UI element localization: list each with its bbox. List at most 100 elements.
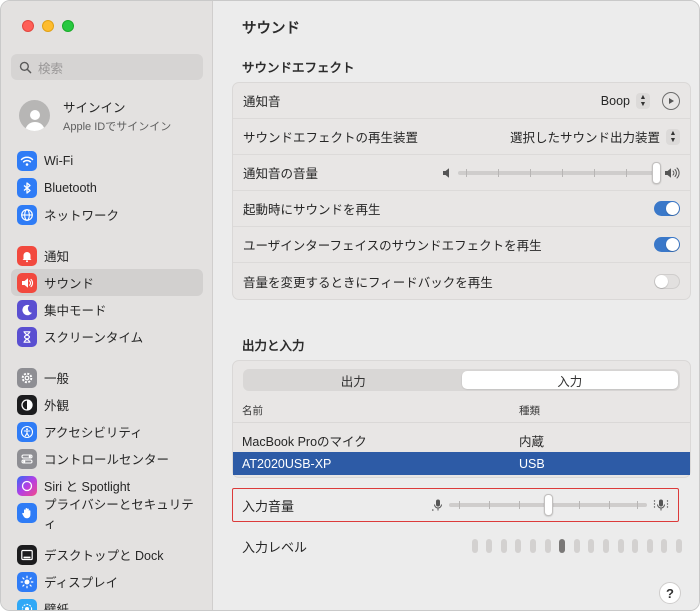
- level-meter-bar: [676, 539, 682, 553]
- effects-device-label: サウンドエフェクトの再生装置: [243, 131, 419, 145]
- level-meter-bar: [530, 539, 537, 553]
- alert-sound-row: 通知音 Boop ▲ ▼: [233, 83, 690, 119]
- sidebar-item-label: アクセシビリティ: [44, 426, 143, 440]
- sidebar-item-notifications[interactable]: 通知: [11, 242, 203, 269]
- sidebar-item-control-center[interactable]: コントロールセンター: [11, 445, 203, 472]
- sidebar-item-appearance[interactable]: 外観: [11, 391, 203, 418]
- account-name: サインイン: [63, 101, 126, 115]
- sidebar-item-desktop-dock[interactable]: デスクトップと Dock: [11, 541, 203, 568]
- close-button[interactable]: [22, 20, 34, 32]
- sidebar-item-label: コントロールセンター: [44, 453, 170, 467]
- startup-sound-row: 起動時にサウンドを再生: [233, 191, 690, 227]
- person-icon: [24, 110, 45, 131]
- sidebar-group-display: デスクトップと Dock ディスプレイ 壁紙: [11, 541, 203, 611]
- volume-feedback-row: 音量を変更するときにフィードバックを再生: [233, 263, 690, 299]
- level-meter-bar: [646, 539, 653, 553]
- level-meter-bar: [471, 539, 478, 553]
- window-controls: [22, 20, 74, 32]
- sidebar-item-accessibility[interactable]: アクセシビリティ: [11, 418, 203, 445]
- level-meter-bar: [588, 539, 595, 553]
- sidebar-item-label: デスクトップと Dock: [44, 549, 164, 563]
- up-down-chevron-icon: ▲ ▼: [636, 92, 650, 109]
- tab-input[interactable]: 入力: [461, 371, 678, 389]
- sidebar-item-label: Bluetooth: [44, 180, 97, 195]
- sidebar-item-label: 壁紙: [44, 603, 70, 611]
- minimize-button[interactable]: [42, 20, 54, 32]
- mic-low-icon: [432, 499, 442, 511]
- sound-effects-panel: 通知音 Boop ▲ ▼ サウンドエフェクトの再生装置 選択したサウンド出力装置 …: [232, 82, 691, 300]
- sound-effects-heading: サウンドエフェクト: [242, 61, 355, 75]
- input-volume-row: 入力音量: [232, 488, 679, 522]
- input-volume-slider-group: [431, 494, 669, 516]
- sidebar-item-label: ディスプレイ: [44, 576, 119, 590]
- hand-icon: [17, 502, 37, 523]
- siri-icon: [17, 475, 37, 496]
- sidebar-item-bluetooth[interactable]: Bluetooth: [11, 174, 203, 201]
- sidebar-item-sound[interactable]: サウンド: [11, 269, 203, 296]
- volume-low-icon: [443, 167, 449, 178]
- effects-device-row: サウンドエフェクトの再生装置 選択したサウンド出力装置 ▲ ▼: [233, 119, 690, 155]
- level-meter-bar: [617, 539, 624, 553]
- sidebar-item-wallpaper[interactable]: 壁紙: [11, 595, 203, 611]
- sidebar-item-network[interactable]: ネットワーク: [11, 201, 203, 228]
- search-field[interactable]: 検索: [11, 54, 203, 80]
- ui-effects-toggle[interactable]: [654, 237, 680, 252]
- alert-volume-label: 通知音の音量: [243, 167, 319, 181]
- sidebar-item-label: 外観: [44, 399, 70, 413]
- sidebar-item-general[interactable]: 一般: [11, 364, 203, 391]
- ui-effects-row: ユーザインターフェイスのサウンドエフェクトを再生: [233, 227, 690, 263]
- table-row[interactable]: MacBook Proのマイク 内蔵: [233, 429, 690, 452]
- table-row-selected[interactable]: AT2020USB-XP USB: [233, 452, 690, 475]
- alert-sound-popup[interactable]: Boop ▲ ▼: [601, 91, 680, 110]
- alert-sound-label: 通知音: [243, 95, 281, 109]
- account-subtitle: Apple IDでサインイン: [63, 121, 172, 133]
- sidebar-item-screen-time[interactable]: スクリーンタイム: [11, 323, 203, 350]
- gear-icon: [17, 367, 37, 388]
- appearance-icon: [17, 394, 37, 415]
- volume-high-icon: [665, 167, 680, 178]
- alert-volume-row: 通知音の音量: [233, 155, 690, 191]
- tab-output[interactable]: 出力: [245, 371, 462, 389]
- level-meter-bar: [573, 539, 580, 553]
- column-header-name[interactable]: 名前: [233, 403, 519, 418]
- sidebar-item-privacy-security[interactable]: プライバシーとセキュリティ: [11, 498, 203, 531]
- level-meter-bar: [661, 539, 668, 553]
- level-meter-bar: [603, 539, 610, 553]
- hourglass-icon: [17, 326, 37, 347]
- help-button[interactable]: ?: [659, 582, 681, 604]
- zoom-button[interactable]: [62, 20, 74, 32]
- apple-id-account[interactable]: サインイン Apple IDでサインイン: [19, 97, 171, 134]
- startup-sound-label: 起動時にサウンドを再生: [243, 203, 381, 217]
- sidebar-item-wifi[interactable]: Wi-Fi: [11, 147, 203, 174]
- input-level-label: 入力レベル: [242, 539, 308, 555]
- sidebar-item-label: 集中モード: [44, 304, 107, 318]
- volume-feedback-toggle[interactable]: [654, 273, 680, 289]
- search-icon: [19, 61, 32, 73]
- sidebar-item-label: スクリーンタイム: [44, 331, 144, 345]
- effects-device-popup[interactable]: 選択したサウンド出力装置 ▲ ▼: [510, 127, 680, 146]
- level-meter-bar: [559, 539, 566, 553]
- accessibility-icon: [17, 421, 37, 442]
- column-header-type[interactable]: 種類: [519, 403, 540, 418]
- startup-sound-toggle[interactable]: [654, 201, 680, 216]
- play-sound-button[interactable]: [662, 91, 680, 110]
- volume-feedback-label: 音量を変更するときにフィードバックを再生: [243, 275, 493, 290]
- search-placeholder: 検索: [38, 61, 64, 76]
- control-center-icon: [17, 448, 37, 469]
- sidebar-item-displays[interactable]: ディスプレイ: [11, 568, 203, 595]
- input-volume-slider[interactable]: [449, 494, 647, 516]
- avatar: [19, 100, 50, 131]
- sidebar-item-label: ネットワーク: [44, 209, 120, 223]
- slider-knob[interactable]: [652, 161, 661, 184]
- input-volume-label: 入力音量: [242, 498, 295, 514]
- output-input-heading: 出力と入力: [242, 339, 305, 353]
- slider-knob[interactable]: [544, 494, 553, 516]
- wallpaper-icon: [17, 598, 37, 610]
- level-meter-bar: [544, 539, 551, 553]
- sidebar-item-focus[interactable]: 集中モード: [11, 296, 203, 323]
- level-meter-bar: [632, 539, 639, 553]
- play-icon: [669, 97, 674, 104]
- main-pane: サウンド サウンドエフェクト 通知音 Boop ▲ ▼ サウンドエフェクトの再生装…: [214, 1, 699, 610]
- device-name: AT2020USB-XP: [242, 456, 332, 471]
- alert-volume-slider[interactable]: [458, 161, 661, 184]
